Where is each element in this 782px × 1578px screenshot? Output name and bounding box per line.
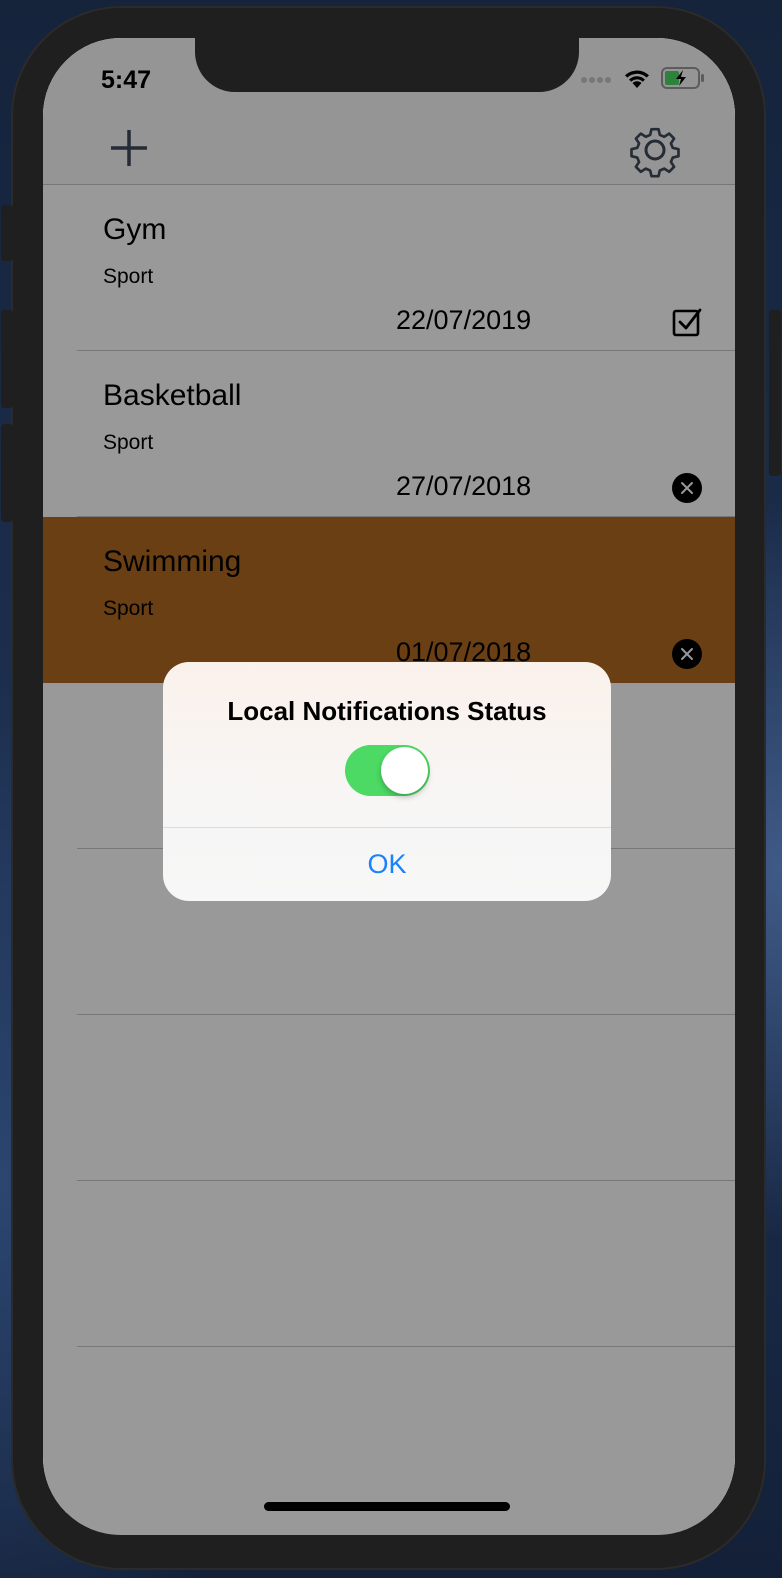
app-screen: 5:47 Gym Sport 22/07/2019 Basketball Spo… [43, 38, 735, 1535]
camera-notch [195, 38, 579, 92]
volume-up-button [1, 310, 13, 408]
home-indicator [264, 1502, 510, 1511]
toggle-knob [381, 747, 428, 794]
volume-down-button [1, 424, 13, 522]
alert-title: Local Notifications Status [227, 696, 547, 726]
notifications-alert: Local Notifications Status OK [163, 662, 611, 901]
notifications-toggle[interactable] [345, 745, 430, 796]
power-button [769, 310, 781, 476]
ok-button[interactable]: OK [163, 828, 611, 901]
ringer-switch [1, 205, 13, 261]
